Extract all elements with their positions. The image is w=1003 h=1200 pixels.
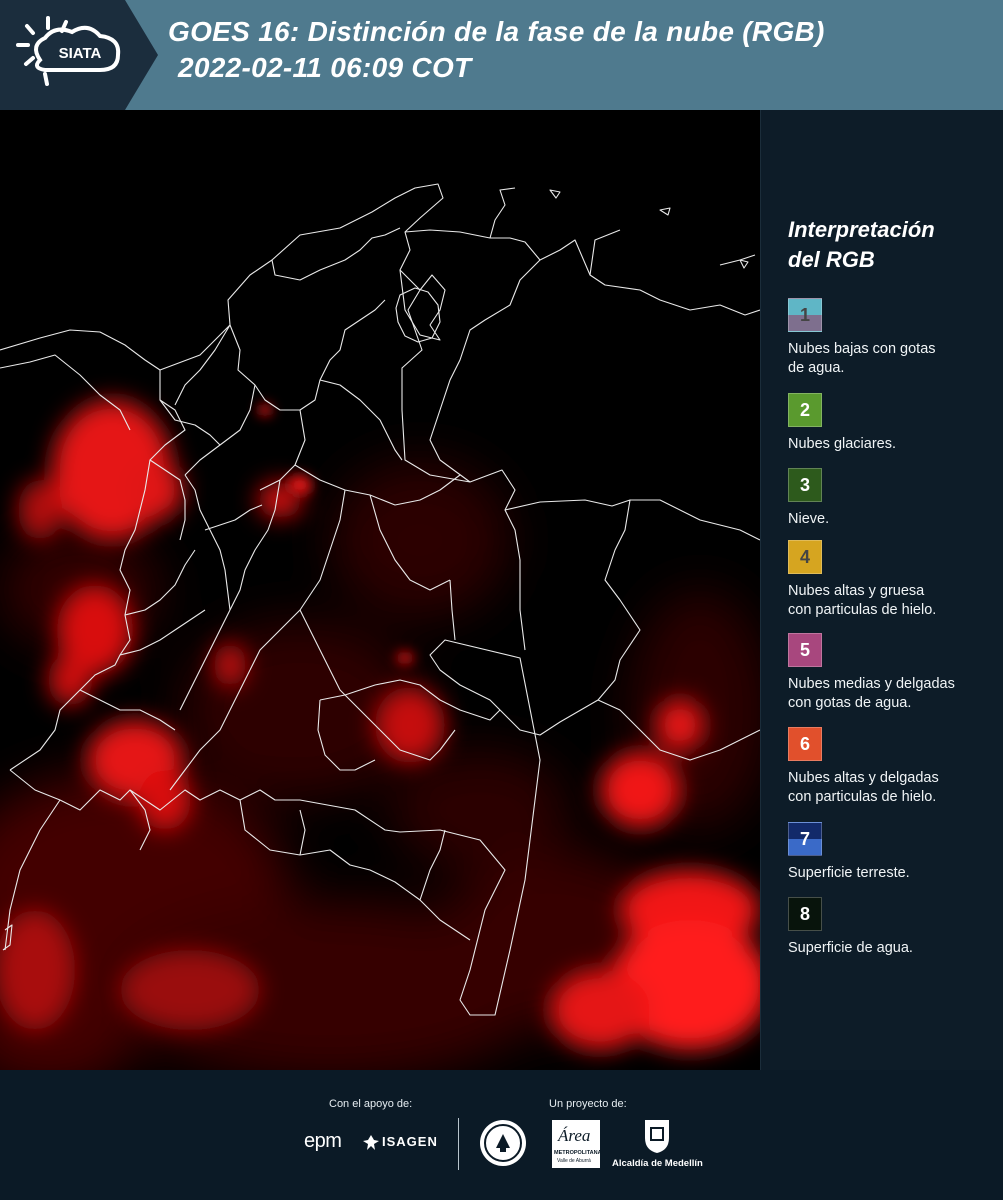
legend-swatch-number: 6 [799,734,810,754]
legend-item-7: 7 Superficie terreste. [788,822,910,883]
university-seal-logo [478,1118,528,1173]
area-logo-sub: METROPOLITANA [554,1150,602,1156]
legend-swatch-number: 3 [799,475,810,495]
legend-item-6: 6 Nubes altas y delgadas con particulas d… [788,727,939,807]
map-canvas [0,110,760,1070]
legend-swatch-number: 8 [799,904,810,924]
legend-item-5: 5 Nubes medias y delgadas con gotas de ag… [788,633,955,713]
legend-item-4: 4 Nubes altas y gruesa con particulas de … [788,540,936,620]
alcaldia-medellin-logo: Alcaldía de Medellín [612,1118,704,1172]
legend-swatch-3: 3 [788,468,822,502]
legend-swatch-1: 1 [788,298,822,332]
header: SIATA GOES 16: Distinción de la fase de … [0,0,1003,110]
alcaldia-logo-text: Alcaldía de Medellín [612,1158,703,1169]
legend-item-3: 3 Nieve. [788,468,829,529]
legend-swatch-8: 8 [788,897,822,931]
area-metropolitana-logo: Área METROPOLITANA Valle de Aburrá [552,1120,602,1168]
legend-label: Nubes medias y delgadas con gotas de agu… [788,676,955,711]
footer-divider [458,1118,459,1170]
page-title: GOES 16: Distinción de la fase de la nub… [168,14,825,86]
support-caption: Con el apoyo de: [329,1098,413,1110]
epm-logo: epm [304,1130,342,1154]
legend-title: Interpretación del RGB [788,217,935,272]
legend-item-1: 1 Nubes bajas con gotas de agua. [788,298,936,378]
legend-label: Superficie de agua. [788,940,913,956]
legend-label: Nieve. [788,511,830,527]
legend-swatch-number: 7 [799,829,810,849]
siata-logo-text: SIATA [59,45,102,62]
legend-label: Nubes altas y gruesa con particulas de h… [788,583,937,618]
legend-label: Nubes glaciares. [788,436,896,452]
legend-swatch-number: 4 [799,547,810,567]
legend-label: Nubes altas y delgadas con particulas de… [788,770,939,805]
legend-swatch-6: 6 [788,727,822,761]
isagen-logo-text: ISAGEN [382,1134,438,1149]
legend-swatch-number: 5 [799,640,810,660]
isagen-mark-icon [363,1135,379,1150]
medellin-shield-icon [645,1120,669,1153]
area-logo-sub2: Valle de Aburrá [557,1158,591,1164]
title-line-product: GOES 16: Distinción de la fase de la nub… [168,16,825,47]
legend-swatch-number: 2 [799,400,810,420]
legend-label: Superficie terreste. [788,865,910,881]
legend-swatch-7: 7 [788,822,822,856]
legend-swatch-4: 4 [788,540,822,574]
footer: Con el apoyo de: Un proyecto de: epm ISA… [0,1070,1003,1200]
epm-logo-text: epm [304,1130,342,1152]
project-caption: Un proyecto de: [549,1098,627,1110]
legend-label: Nubes bajas con gotas de agua. [788,341,936,376]
legend-swatch-2: 2 [788,393,822,427]
legend-item-2: 2 Nubes glaciares. [788,393,896,454]
legend-swatch-number: 1 [799,305,810,325]
area-logo-main: Área [558,1126,591,1145]
legend-panel: Interpretación del RGB 1 Nubes bajas con … [788,215,988,956]
legend-item-8: 8 Superficie de agua. [788,897,913,958]
satellite-map [0,110,761,1070]
legend-swatch-5: 5 [788,633,822,667]
title-line-datetime: 2022-02-11 06:09 COT [178,52,472,83]
siata-logo: SIATA [0,0,160,110]
